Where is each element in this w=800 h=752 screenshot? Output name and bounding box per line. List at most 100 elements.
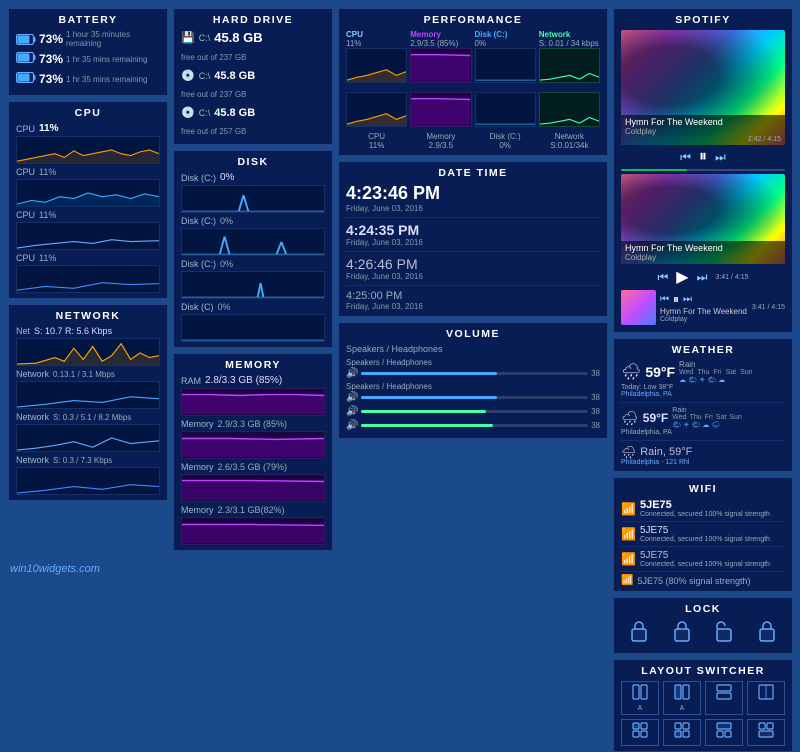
lock-widget: LOCK	[613, 597, 793, 654]
cpu-graph-1	[16, 136, 160, 164]
vol-fill-4	[361, 424, 492, 427]
perf-memory-label: Memory	[410, 30, 471, 39]
dt-time-3: 4:26:46 PM	[346, 256, 600, 272]
vol-track-3[interactable]	[361, 410, 588, 413]
weather-day2-icon-3: 🌤	[691, 421, 700, 429]
disk-graph-4	[181, 314, 325, 342]
layout-btn-3[interactable]	[705, 681, 743, 715]
dt-time-2: 4:24:35 PM	[346, 222, 600, 238]
spotify-title: SPOTIFY	[621, 14, 785, 26]
perf-cpu-val: 11%	[346, 39, 407, 48]
disk-val-2: 0%	[220, 216, 233, 226]
disk-item-2: Disk (C:) 0%	[181, 216, 325, 256]
mem-item-1: RAM 2.8/3.3 GB (85%)	[181, 375, 325, 416]
wifi-name-1: 5JE75	[640, 499, 770, 511]
vol-track-1[interactable]	[361, 372, 588, 375]
battery-item-3: 73% 1 hr 35 mins remaining	[16, 70, 160, 88]
weather-city-2: Philadelphia, PA	[621, 429, 785, 436]
lock-icon-4[interactable]	[749, 619, 786, 648]
hd-item-1: 💾 C:\ 45.8 GB free out of 237 GB	[181, 30, 325, 65]
disk-val-1: 0%	[220, 172, 234, 183]
lock-icon-1[interactable]	[621, 619, 658, 648]
layout-btn-8[interactable]	[747, 719, 785, 746]
net-val-1: S: 10.7 R: 5.6 Kbps	[34, 326, 112, 336]
spotify-widget: SPOTIFY Hymn For The Weekend Coldplay 2:…	[613, 8, 793, 333]
spotify-next-btn-3[interactable]: ⏭	[683, 294, 692, 305]
wifi-item-2: 📶 5JE75 Connected, secured 100% signal s…	[621, 525, 785, 547]
spotify-play-btn-1[interactable]: ⏸	[699, 148, 707, 166]
weather-day-icon-5: ☁	[718, 376, 725, 384]
disk-val-3: 0%	[220, 259, 233, 269]
perf-disk-val: 0%	[475, 39, 536, 48]
hd-size-2: 45.8 GB	[214, 70, 255, 82]
spotify-next-btn-2[interactable]: ⏭	[697, 270, 708, 285]
spotify-play-btn-3[interactable]: ⏸	[673, 292, 679, 307]
net-val-3: S: 0.3 / 5.1 / 8.2 Mbps	[53, 413, 131, 422]
battery-val-2: 73%	[39, 52, 63, 66]
vol-item-4: 🔊 38	[346, 420, 600, 431]
weather-cond-3: Rain, 59°F	[640, 446, 692, 458]
weather-day-icon-2: 🌤	[688, 376, 697, 384]
cpu-val-2: 11%	[39, 167, 56, 177]
layout-btn-4[interactable]	[747, 681, 785, 715]
lock-icon-2[interactable]	[664, 619, 701, 648]
spotify-prev-btn-2[interactable]: ⏮	[657, 270, 668, 285]
vol-track-4[interactable]	[361, 424, 588, 427]
hd-drive-icon-2: 💿	[181, 69, 195, 82]
hd-item-2: 💿 C:\ 45.8 GB free out of 237 GB	[181, 69, 325, 102]
dt-date-4: Friday, June 03, 2016	[346, 302, 600, 311]
disk-val-4: 0%	[218, 302, 231, 312]
vol-item-2: Speakers / Headphones 🔊 38	[346, 382, 600, 403]
battery-sub-1: 1 hour 35 minutes remaining	[66, 30, 160, 48]
mem-item-3: Memory 2.6/3.5 GB (79%)	[181, 462, 325, 502]
perf-cpu-bottom: CPU 11%	[346, 92, 407, 150]
wifi-icon-3: 📶	[621, 552, 636, 566]
cpu-val-3: 11%	[39, 210, 56, 220]
weather-icon-3: 🌧	[621, 445, 636, 459]
footer-url: win10widgets.com	[10, 563, 100, 575]
spotify-prev-btn-3[interactable]: ⏮	[660, 294, 669, 305]
battery-widget: BATTERY 73% 1 hour 35 minutes remaining …	[8, 8, 168, 96]
layout-btn-6[interactable]	[663, 719, 701, 746]
perf-memory-val: 2.9/3.5 (85%)	[410, 39, 471, 48]
layout-btn-7[interactable]	[705, 719, 743, 746]
perf-disk-label: Disk (C:)	[475, 30, 536, 39]
layout-switcher-widget: LAYOUT SWITCHER A A	[613, 659, 793, 752]
perf-cpu-graph-bottom	[346, 92, 407, 127]
hd-size-3: 45.8 GB	[214, 107, 255, 119]
layout-btn-1[interactable]: A	[621, 681, 659, 715]
perf-disk-bottom: Disk (C:) 0%	[475, 92, 536, 150]
weather-item-1: 🌧 59°F Rain Wed Thu Fri Sat Sun ☁	[621, 360, 785, 403]
hd-sub-3: free out of 257 GB	[181, 127, 246, 136]
spotify-progress-1	[621, 169, 687, 171]
layout-btn-2[interactable]: A	[663, 681, 701, 715]
vol-track-2[interactable]	[361, 396, 588, 399]
vol-icon-3: 🔊	[346, 406, 358, 417]
battery-icon-2	[16, 50, 36, 68]
spotify-album-art-2: Hymn For The Weekend Coldplay	[621, 174, 785, 264]
spotify-prev-btn-1[interactable]: ⏮	[680, 150, 691, 165]
battery-title: BATTERY	[16, 14, 160, 26]
volume-widget: VOLUME Speakers / Headphones Speakers / …	[338, 322, 608, 439]
cpu-widget: CPU CPU 11% CPU 11%	[8, 101, 168, 299]
mem-label-2: Memory	[181, 419, 214, 429]
disk-title: DISK	[181, 156, 325, 168]
spotify-next-btn-1[interactable]: ⏭	[715, 150, 726, 165]
dt-time-4: 4:25:00 PM	[346, 290, 600, 302]
wifi-widget: WIFI 📶 5JE75 Connected, secured 100% sig…	[613, 477, 793, 592]
cpu-item-4: CPU 11%	[16, 253, 160, 293]
spotify-track-3: Hymn For The Weekend	[660, 307, 748, 316]
spotify-album-art-3	[621, 290, 656, 325]
wifi-icon-1: 📶	[621, 502, 636, 516]
cpu-label-2: CPU	[16, 167, 35, 177]
mem-label-1: RAM	[181, 376, 201, 386]
lock-icon-3[interactable]	[706, 619, 743, 648]
volume-device: Speakers / Headphones	[346, 344, 600, 354]
spotify-play-btn-2[interactable]: ▶	[676, 267, 688, 287]
cpu-item-1: CPU 11%	[16, 123, 160, 164]
weather-day-icon-1: ☁	[679, 376, 686, 384]
vol-icon-4: 🔊	[346, 420, 358, 431]
layout-btn-5[interactable]	[621, 719, 659, 746]
dt-item-4: 4:25:00 PM Friday, June 03, 2016	[346, 290, 600, 311]
perf-network-top: Network S: 0.01 / 34 kbps	[539, 30, 600, 88]
